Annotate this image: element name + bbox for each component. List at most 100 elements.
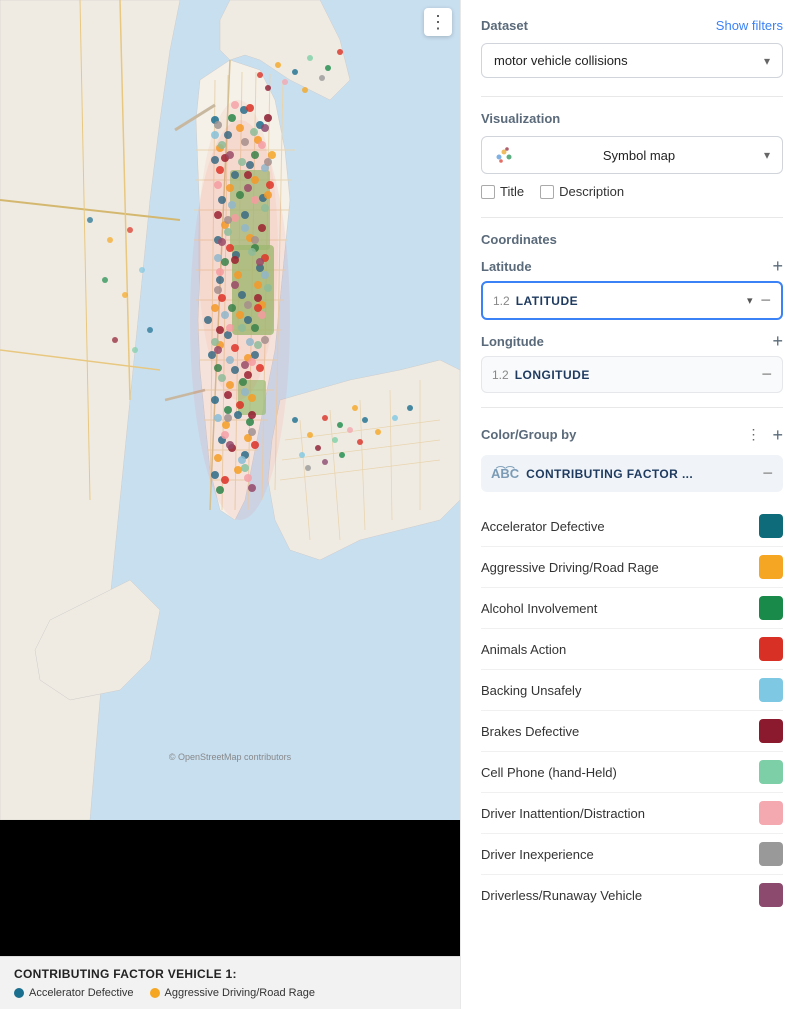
color-group-label: Color/Group by [481, 427, 576, 442]
title-checkbox-text: Title [500, 184, 524, 199]
coordinates-header: Coordinates [481, 232, 783, 247]
legend-dot-0 [14, 988, 24, 998]
color-item-label-2: Alcohol Involvement [481, 601, 597, 616]
color-list: Accelerator Defective Aggressive Driving… [481, 506, 783, 915]
latitude-plus-button[interactable]: + [772, 257, 783, 275]
description-checkbox-text: Description [559, 184, 624, 199]
right-panel: Dataset Show filters motor vehicle colli… [460, 0, 803, 1009]
legend-dot-1 [150, 988, 160, 998]
map-legend: CONTRIBUTING FACTOR VEHICLE 1: Accelerat… [0, 956, 460, 1009]
color-swatch-7[interactable] [759, 801, 783, 825]
contributing-factor-row: A͡B͡C CONTRIBUTING FACTOR ... − [481, 455, 783, 492]
latitude-minus-button[interactable]: − [760, 290, 771, 311]
checkboxes-row: Title Description [481, 184, 783, 199]
contributing-factor-minus-button[interactable]: − [762, 463, 773, 484]
svg-text:© OpenStreetMap contributors: © OpenStreetMap contributors [169, 752, 292, 762]
color-list-item-9: Driverless/Runaway Vehicle [481, 875, 783, 915]
color-list-item-5: Brakes Defective [481, 711, 783, 752]
legend-items: Accelerator Defective Aggressive Driving… [14, 987, 446, 999]
coordinates-section: Coordinates Latitude + 1.2 LATITUDE ▾ − [481, 232, 783, 393]
legend-label-0: Accelerator Defective [29, 987, 134, 999]
color-list-item-3: Animals Action [481, 629, 783, 670]
color-list-item-0: Accelerator Defective [481, 506, 783, 547]
legend-label-1: Aggressive Driving/Road Rage [165, 987, 315, 999]
latitude-field: 1.2 LATITUDE ▾ − [481, 281, 783, 320]
dataset-value: motor vehicle collisions [494, 53, 628, 68]
contributing-factor-name: CONTRIBUTING FACTOR ... [526, 467, 693, 481]
dataset-section-header: Dataset Show filters [481, 18, 783, 33]
latitude-row: Latitude + 1.2 LATITUDE ▾ − [481, 257, 783, 320]
longitude-row: Longitude + 1.2 LONGITUDE − [481, 332, 783, 393]
color-swatch-5[interactable] [759, 719, 783, 743]
latitude-dropdown-arrow[interactable]: ▾ [747, 294, 753, 307]
show-filters-button[interactable]: Show filters [716, 18, 783, 33]
viz-value: Symbol map [522, 148, 756, 163]
coordinates-label: Coordinates [481, 232, 557, 247]
dataset-dropdown[interactable]: motor vehicle collisions ▾ [481, 43, 783, 78]
color-group-header: Color/Group by ⋮ + [481, 424, 783, 445]
longitude-field-left: 1.2 LONGITUDE [492, 368, 590, 382]
legend-item-1: Aggressive Driving/Road Rage [150, 987, 315, 999]
color-swatch-3[interactable] [759, 637, 783, 661]
color-group-section: Color/Group by ⋮ + A͡B͡C CONTRIBUTING FA… [481, 424, 783, 915]
color-item-label-5: Brakes Defective [481, 724, 579, 739]
more-dots-icon: ⋮ [429, 12, 447, 33]
color-swatch-9[interactable] [759, 883, 783, 907]
latitude-label: Latitude [481, 259, 532, 274]
map-container: © OpenStreetMap contributors [0, 0, 460, 820]
color-list-item-4: Backing Unsafely [481, 670, 783, 711]
legend-item-0: Accelerator Defective [14, 987, 134, 999]
latitude-field-left: 1.2 LATITUDE [493, 294, 578, 308]
longitude-label: Longitude [481, 334, 544, 349]
title-checkbox-label[interactable]: Title [481, 184, 524, 199]
description-checkbox[interactable] [540, 185, 554, 199]
visualization-label: Visualization [481, 111, 560, 126]
legend-title: CONTRIBUTING FACTOR VEHICLE 1: [14, 967, 446, 981]
latitude-label-row: Latitude + [481, 257, 783, 275]
color-item-label-7: Driver Inattention/Distraction [481, 806, 645, 821]
color-list-item-1: Aggressive Driving/Road Rage [481, 547, 783, 588]
color-swatch-1[interactable] [759, 555, 783, 579]
map-panel: © OpenStreetMap contributors [0, 0, 460, 1009]
latitude-field-num: 1.2 [493, 294, 510, 308]
latitude-field-name: LATITUDE [516, 294, 578, 308]
longitude-plus-button[interactable]: + [772, 332, 783, 350]
color-group-more-button[interactable]: ⋮ [742, 424, 764, 445]
color-item-label-1: Aggressive Driving/Road Rage [481, 560, 659, 575]
color-group-actions: ⋮ + [742, 424, 783, 445]
color-swatch-0[interactable] [759, 514, 783, 538]
title-checkbox[interactable] [481, 185, 495, 199]
color-item-label-4: Backing Unsafely [481, 683, 581, 698]
viz-dropdown-arrow: ▾ [764, 148, 770, 162]
viz-section-header: Visualization [481, 111, 783, 126]
color-swatch-8[interactable] [759, 842, 783, 866]
divider-3 [481, 407, 783, 408]
longitude-minus-button[interactable]: − [761, 364, 772, 385]
visualization-section: Visualization Symbol map ▾ Title Descrip… [481, 111, 783, 199]
divider-2 [481, 217, 783, 218]
color-list-item-2: Alcohol Involvement [481, 588, 783, 629]
color-list-item-7: Driver Inattention/Distraction [481, 793, 783, 834]
dataset-dropdown-arrow: ▾ [764, 54, 770, 68]
color-item-label-0: Accelerator Defective [481, 519, 605, 534]
color-list-item-8: Driver Inexperience [481, 834, 783, 875]
dataset-label: Dataset [481, 18, 528, 33]
abc-icon: A͡B͡C [491, 466, 519, 481]
map-more-button[interactable]: ⋮ [424, 8, 452, 36]
color-swatch-2[interactable] [759, 596, 783, 620]
visualization-dropdown[interactable]: Symbol map ▾ [481, 136, 783, 174]
color-item-label-9: Driverless/Runaway Vehicle [481, 888, 642, 903]
divider-1 [481, 96, 783, 97]
longitude-field-name: LONGITUDE [515, 368, 590, 382]
longitude-field-num: 1.2 [492, 368, 509, 382]
longitude-field: 1.2 LONGITUDE − [481, 356, 783, 393]
color-swatch-4[interactable] [759, 678, 783, 702]
map-svg: © OpenStreetMap contributors [0, 0, 460, 820]
color-group-plus-button[interactable]: + [772, 426, 783, 444]
color-swatch-6[interactable] [759, 760, 783, 784]
description-checkbox-label[interactable]: Description [540, 184, 624, 199]
longitude-label-row: Longitude + [481, 332, 783, 350]
color-list-item-6: Cell Phone (hand-Held) [481, 752, 783, 793]
symbol-map-icon [494, 145, 514, 165]
color-item-label-3: Animals Action [481, 642, 566, 657]
